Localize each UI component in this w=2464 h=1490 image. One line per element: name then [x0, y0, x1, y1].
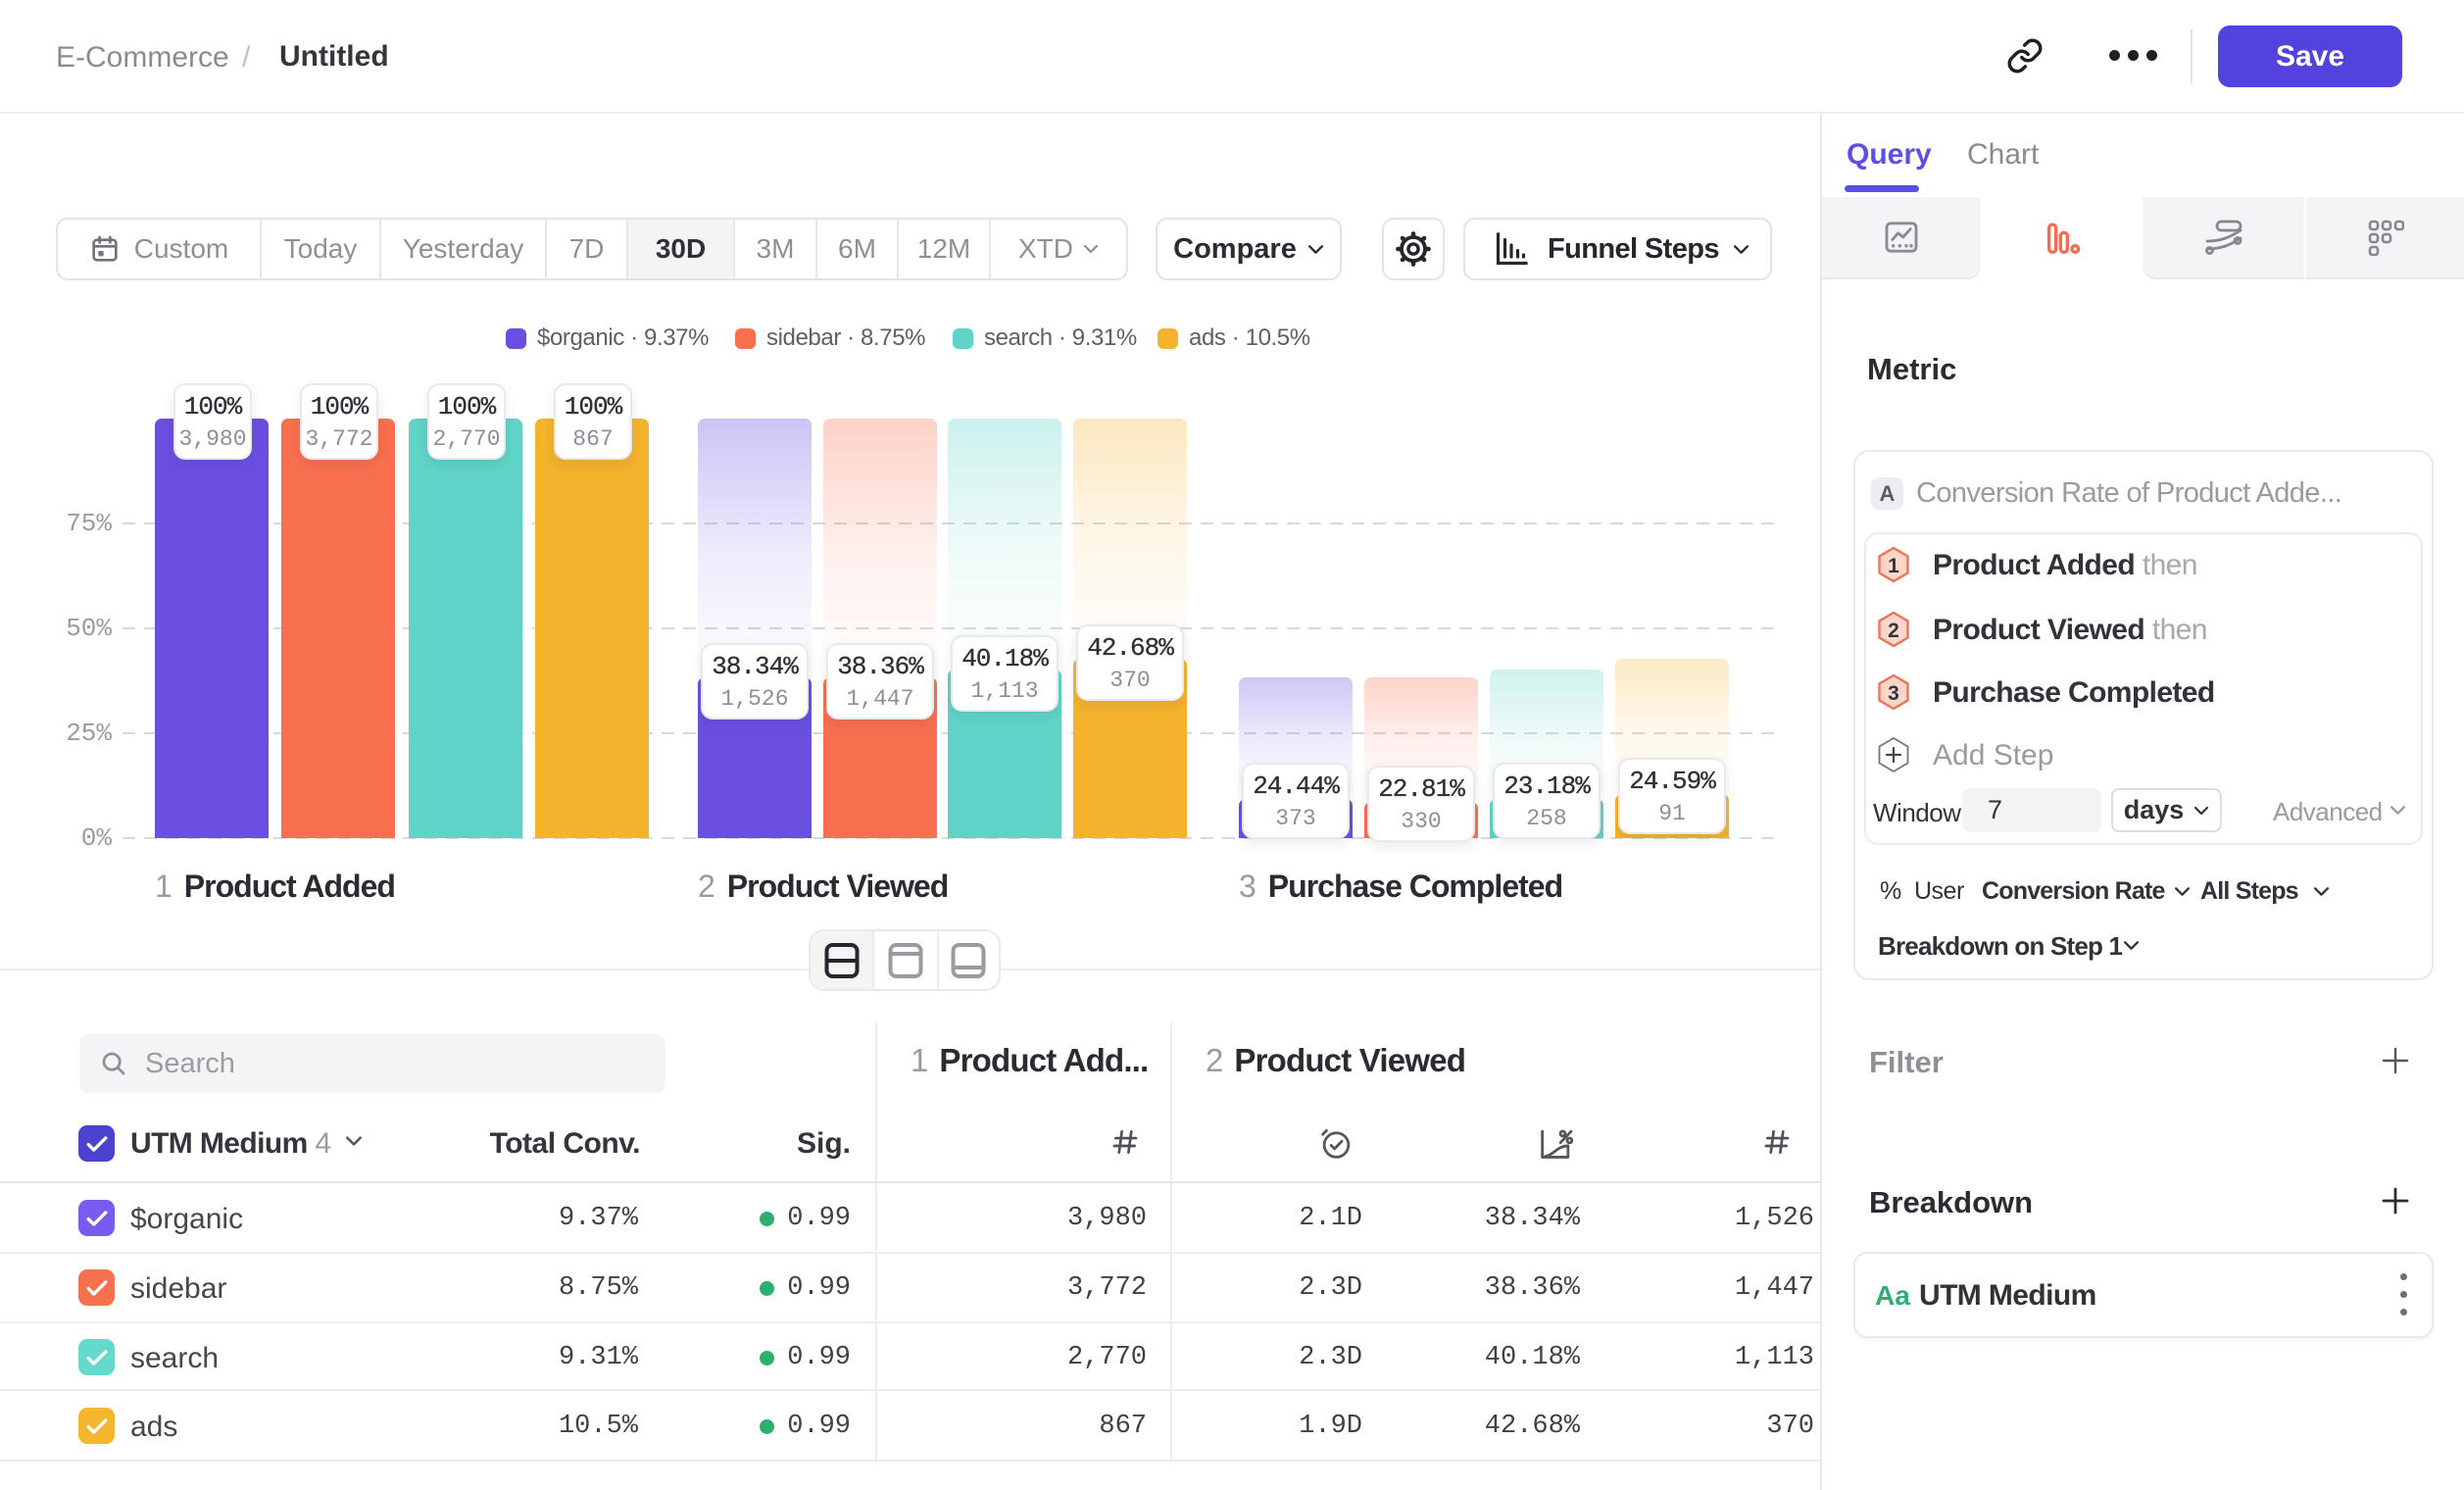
- svg-text:3: 3: [1888, 682, 1899, 705]
- svg-text:1: 1: [1888, 555, 1899, 577]
- svg-text:2: 2: [1888, 620, 1899, 642]
